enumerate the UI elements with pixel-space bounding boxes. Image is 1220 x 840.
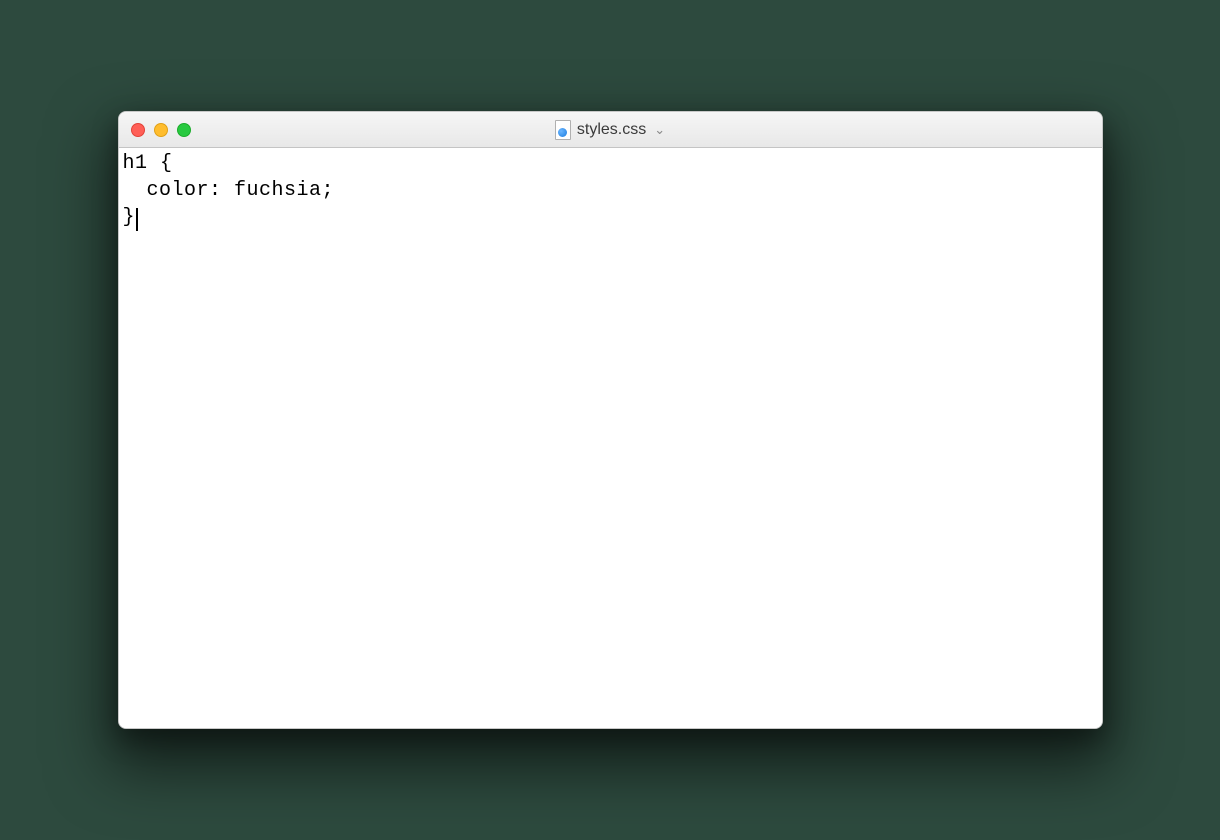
- text-cursor: [136, 208, 138, 231]
- minimize-button[interactable]: [154, 123, 168, 137]
- title-center: styles.css ⌄: [119, 120, 1102, 140]
- css-file-icon[interactable]: [555, 120, 571, 140]
- close-button[interactable]: [131, 123, 145, 137]
- titlebar[interactable]: styles.css ⌄: [119, 112, 1102, 148]
- code-line-3: }: [123, 206, 136, 229]
- code-line-1: h1 {: [123, 152, 173, 175]
- text-editor-area[interactable]: h1 { color: fuchsia; }: [119, 148, 1102, 728]
- zoom-button[interactable]: [177, 123, 191, 137]
- traffic-lights: [131, 123, 191, 137]
- code-line-2: color: fuchsia;: [147, 179, 335, 202]
- editor-window: styles.css ⌄ h1 { color: fuchsia; }: [118, 111, 1103, 729]
- chevron-down-icon[interactable]: ⌄: [654, 122, 665, 138]
- window-title[interactable]: styles.css: [577, 121, 646, 139]
